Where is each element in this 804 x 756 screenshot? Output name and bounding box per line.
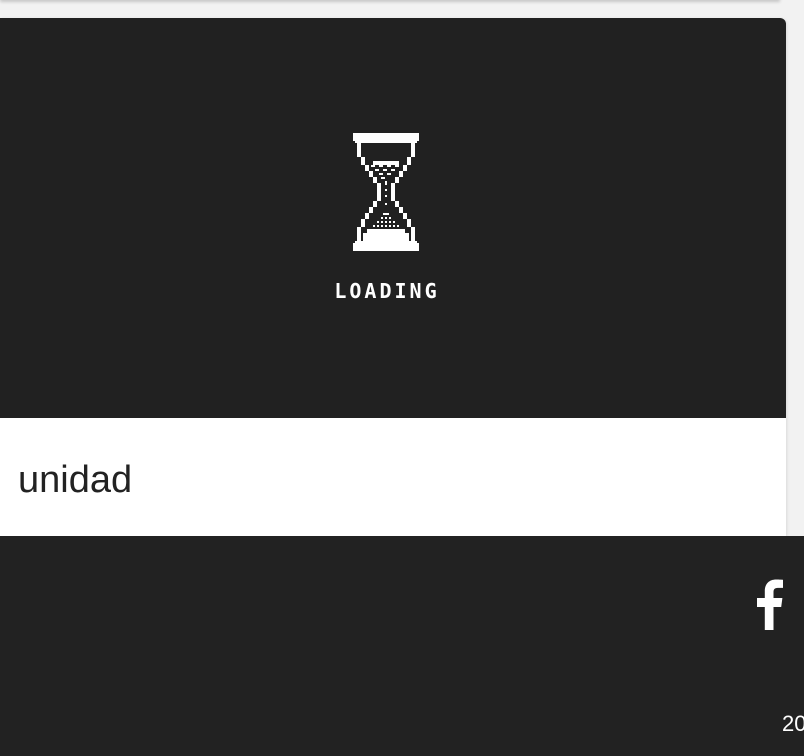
facebook-icon[interactable]	[754, 578, 784, 630]
card-title[interactable]: unidad	[18, 458, 132, 502]
card-media-placeholder: LOADING	[0, 18, 786, 418]
footer: 20	[0, 536, 804, 756]
loading-indicator: LOADING	[313, 133, 461, 308]
hourglass-icon	[353, 133, 419, 251]
copyright-text: 20	[782, 711, 804, 736]
loading-label: LOADING	[334, 279, 440, 303]
content-card[interactable]: LOADING unidad	[0, 18, 786, 536]
